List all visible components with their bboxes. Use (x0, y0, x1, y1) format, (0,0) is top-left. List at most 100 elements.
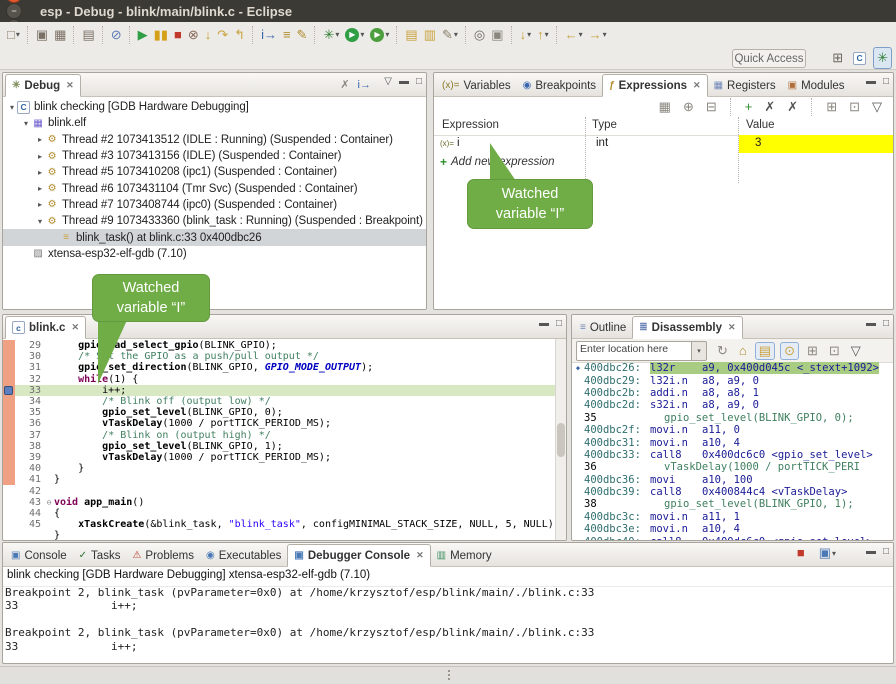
disassembly-instruction-row[interactable]: 400dbc2d:s32i.na8, a9, 0 (572, 399, 893, 411)
view-menu-icon[interactable]: ▽ (848, 343, 864, 359)
twisty-icon[interactable]: ▾ (7, 103, 17, 112)
close-icon[interactable]: ✕ (728, 322, 736, 333)
annotation-ruler[interactable] (3, 530, 15, 540)
new-expressions-view-icon[interactable]: ⊞ (823, 99, 840, 115)
expression-value-cell[interactable]: 3 (739, 135, 893, 153)
debug-icon[interactable]: ✳▾ (320, 25, 342, 45)
display-selected-console-icon[interactable]: ▣▾ (816, 543, 839, 563)
source-editor[interactable]: 29 gpio_pad_select_gpio(BLINK_GPIO);30 /… (3, 339, 556, 540)
search-icon[interactable]: ◎ (471, 25, 488, 45)
location-dropdown-icon[interactable]: ▾ (692, 341, 707, 361)
annotation-ruler[interactable] (3, 407, 15, 418)
save-icon[interactable]: ▣ (33, 25, 51, 45)
disassembly-instruction-row[interactable]: 400dbc31:movi.na10, 4 (572, 436, 893, 448)
tab-blink-c[interactable]: cblink.c✕ (5, 316, 86, 339)
tree-item[interactable]: ▸⚙Thread #5 1073410208 (ipc1) (Suspended… (3, 164, 426, 180)
editor-line[interactable]: 39 vTaskDelay(1000 / portTICK_PERIOD_MS)… (3, 452, 556, 463)
close-icon[interactable]: ✕ (693, 80, 701, 91)
tab-disassembly[interactable]: ≣Disassembly✕ (632, 316, 742, 339)
annotation-ruler[interactable] (3, 441, 15, 452)
column-type[interactable]: Type (592, 119, 617, 131)
show-source-icon[interactable]: ▤ (755, 342, 775, 360)
maximize-icon[interactable]: □ (883, 546, 889, 557)
editor-line[interactable]: 37 /* Blink on (output high) */ (3, 430, 556, 441)
drag-handle[interactable] (448, 670, 450, 672)
twisty-icon[interactable]: ▾ (21, 119, 31, 128)
tree-item[interactable]: ▾⚙Thread #9 1073433360 (blink_task : Run… (3, 213, 426, 229)
minimize-icon[interactable]: ▬ (866, 318, 876, 329)
twisty-icon[interactable]: ▸ (35, 152, 45, 161)
editor-line[interactable]: 32 while(1) { (3, 374, 556, 385)
tree-item[interactable]: ▸⚙Thread #7 1073408744 (ipc0) (Suspended… (3, 197, 426, 213)
disassembly-instruction-row[interactable]: 400dbc36:movia10, 100 (572, 474, 893, 486)
editor-line[interactable]: 36 vTaskDelay(1000 / portTICK_PERIOD_MS)… (3, 418, 556, 429)
remove-all-terminated-icon[interactable]: ✗ (339, 77, 350, 93)
view-menu-icon[interactable]: ▽ (869, 99, 885, 115)
open-perspective-icon[interactable]: ⊞ (829, 48, 846, 68)
tab-tasks[interactable]: ✓Tasks (73, 545, 127, 566)
minimize-icon[interactable]: ▬ (399, 76, 409, 87)
annotation-ruler[interactable] (3, 396, 15, 407)
tab-outline[interactable]: ≡Outline (574, 317, 632, 338)
annotation-ruler[interactable] (3, 430, 15, 441)
open-resource-icon[interactable]: ▥ (421, 25, 439, 45)
tree-item[interactable]: ▨xtensa-esp32-elf-gdb (7.10) (3, 246, 426, 262)
expression-name-cell[interactable]: (x)=i (440, 137, 460, 149)
tab-memory[interactable]: ▥Memory (431, 545, 498, 566)
annotation-ruler[interactable] (3, 351, 15, 362)
debug-launch-tree[interactable]: ▾Cblink checking [GDB Hardware Debugging… (3, 97, 426, 309)
editor-line[interactable]: 29 gpio_pad_select_gpio(BLINK_GPIO); (3, 340, 556, 351)
tree-item[interactable]: ▸⚙Thread #3 1073413156 (IDLE) (Suspended… (3, 148, 426, 164)
disassembly-listing[interactable]: ◆400dbc26:l32ra9, 0x400d045c <_stext+109… (572, 362, 893, 540)
close-icon[interactable]: ✕ (71, 322, 79, 333)
maximize-icon[interactable]: □ (416, 76, 422, 87)
editor-line[interactable]: 38 gpio_set_level(BLINK_GPIO, 1); (3, 441, 556, 452)
disassembly-instruction-row[interactable]: 400dbc3c:movi.na11, 1 (572, 511, 893, 523)
save-all-icon[interactable]: ▦ (51, 25, 69, 45)
disassembly-instruction-row[interactable]: 400dbc3e:movi.na10, 4 (572, 523, 893, 535)
twisty-icon[interactable]: ▾ (35, 217, 45, 226)
disassembly-instruction-row[interactable]: 400dbc39:call80x400844c4 <vTaskDelay> (572, 486, 893, 498)
annotation-ruler[interactable] (3, 519, 15, 530)
remove-all-expressions-icon[interactable]: ✗ (784, 99, 801, 115)
terminate-console-icon[interactable]: ■ (794, 543, 808, 563)
disassembly-instruction-row[interactable]: 400dbc29:l32i.na8, a9, 0 (572, 374, 893, 386)
collapse-all-icon[interactable]: ⊟ (703, 99, 720, 115)
new-icon[interactable]: □▾ (4, 25, 23, 45)
tab-problems[interactable]: ⚠Problems (126, 545, 200, 566)
fold-icon[interactable]: ⊖ (44, 498, 54, 507)
scrollbar-thumb[interactable] (557, 423, 565, 457)
pin-view-icon[interactable]: ⊡ (846, 99, 863, 115)
skip-all-breakpoints-icon[interactable]: ⊘ (108, 25, 125, 45)
disassembly-instruction-row[interactable]: 400dbc2b:addi.na8, a8, 1 (572, 387, 893, 399)
annotation-ruler[interactable] (3, 463, 15, 474)
twisty-icon[interactable]: ▸ (35, 184, 45, 193)
next-annotation-icon[interactable]: ↓▾ (517, 25, 535, 45)
pin-view-icon[interactable]: ⊡ (826, 343, 843, 359)
tree-item[interactable]: ▸⚙Thread #2 1073413512 (IDLE : Running) … (3, 132, 426, 148)
editor-line[interactable]: 31 gpio_set_direction(BLINK_GPIO, GPIO_M… (3, 362, 556, 373)
tree-item[interactable]: ≡blink_task() at blink.c:33 0x400dbc26 (3, 229, 426, 245)
step-return-icon[interactable]: ↰ (231, 25, 248, 45)
suspend-icon[interactable]: ▮▮ (151, 25, 171, 45)
home-icon[interactable]: ⌂ (736, 343, 750, 359)
use-step-filters-icon[interactable]: ≡ (280, 25, 294, 45)
run-icon[interactable]: ▶▾ (342, 25, 367, 45)
edit-source-lookup-icon[interactable]: ✎ (294, 25, 311, 45)
back-icon[interactable]: ←▾ (562, 25, 586, 45)
disassembly-instruction-row[interactable]: 400dbc40:call80x400dc6c0 <gpio_set_level… (572, 535, 893, 540)
quick-access-button[interactable]: Quick Access (732, 49, 806, 68)
forward-icon[interactable]: →▾ (586, 25, 610, 45)
tab-console[interactable]: ▣Console (5, 545, 73, 566)
new-view-icon[interactable]: ⊞ (804, 343, 821, 359)
tree-item[interactable]: ▾Cblink checking [GDB Hardware Debugging… (3, 99, 426, 115)
cpp-perspective-icon[interactable]: C (850, 48, 869, 68)
tab-executables[interactable]: ◉Executables (200, 545, 287, 566)
tab-modules[interactable]: ▣Modules (782, 75, 851, 96)
annotation-ruler[interactable] (3, 497, 15, 508)
build-icon[interactable]: ▤ (79, 25, 97, 45)
twisty-icon[interactable]: ▸ (35, 168, 45, 177)
previous-annotation-icon[interactable]: ↑▾ (534, 25, 552, 45)
debug-perspective-icon[interactable]: ✳ (873, 47, 892, 69)
maximize-icon[interactable]: □ (556, 318, 562, 329)
